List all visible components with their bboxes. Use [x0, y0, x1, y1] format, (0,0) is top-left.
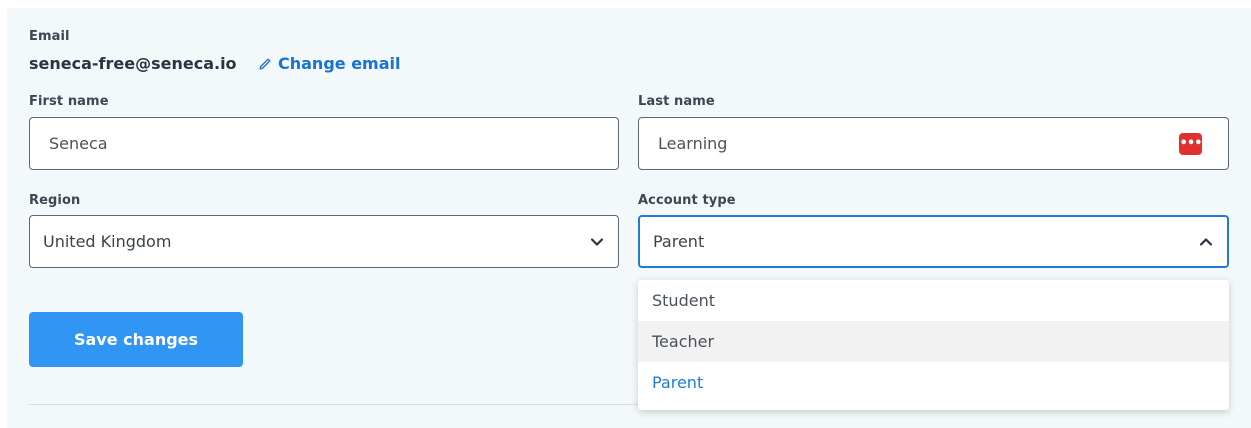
account-type-option-student[interactable]: Student — [638, 280, 1229, 321]
account-type-dropdown: Student Teacher Parent — [638, 280, 1229, 410]
account-type-label: Account type — [638, 193, 736, 208]
last-name-label: Last name — [638, 94, 715, 109]
chevron-down-icon — [590, 237, 604, 246]
pencil-icon — [259, 57, 271, 70]
change-email-label: Change email — [278, 54, 401, 73]
chevron-up-icon — [1199, 237, 1213, 246]
region-label: Region — [29, 193, 81, 208]
account-type-option-parent[interactable]: Parent — [638, 362, 1229, 403]
first-name-label: First name — [29, 94, 109, 109]
change-email-link[interactable]: Change email — [258, 54, 400, 73]
region-select[interactable]: United Kingdom — [29, 215, 619, 268]
save-changes-button[interactable]: Save changes — [29, 312, 243, 367]
first-name-value: Seneca — [49, 134, 108, 153]
account-type-option-teacher[interactable]: Teacher — [638, 321, 1229, 362]
email-label: Email — [29, 29, 70, 44]
account-type-select[interactable]: Parent — [638, 215, 1229, 268]
account-type-value: Parent — [653, 232, 705, 251]
last-name-input[interactable]: Learning ••• — [638, 117, 1229, 170]
password-manager-icon[interactable]: ••• — [1179, 132, 1202, 155]
first-name-input[interactable]: Seneca — [29, 117, 619, 170]
region-value: United Kingdom — [43, 232, 172, 251]
email-value: seneca-free@seneca.io — [29, 54, 237, 73]
last-name-value: Learning — [658, 134, 728, 153]
